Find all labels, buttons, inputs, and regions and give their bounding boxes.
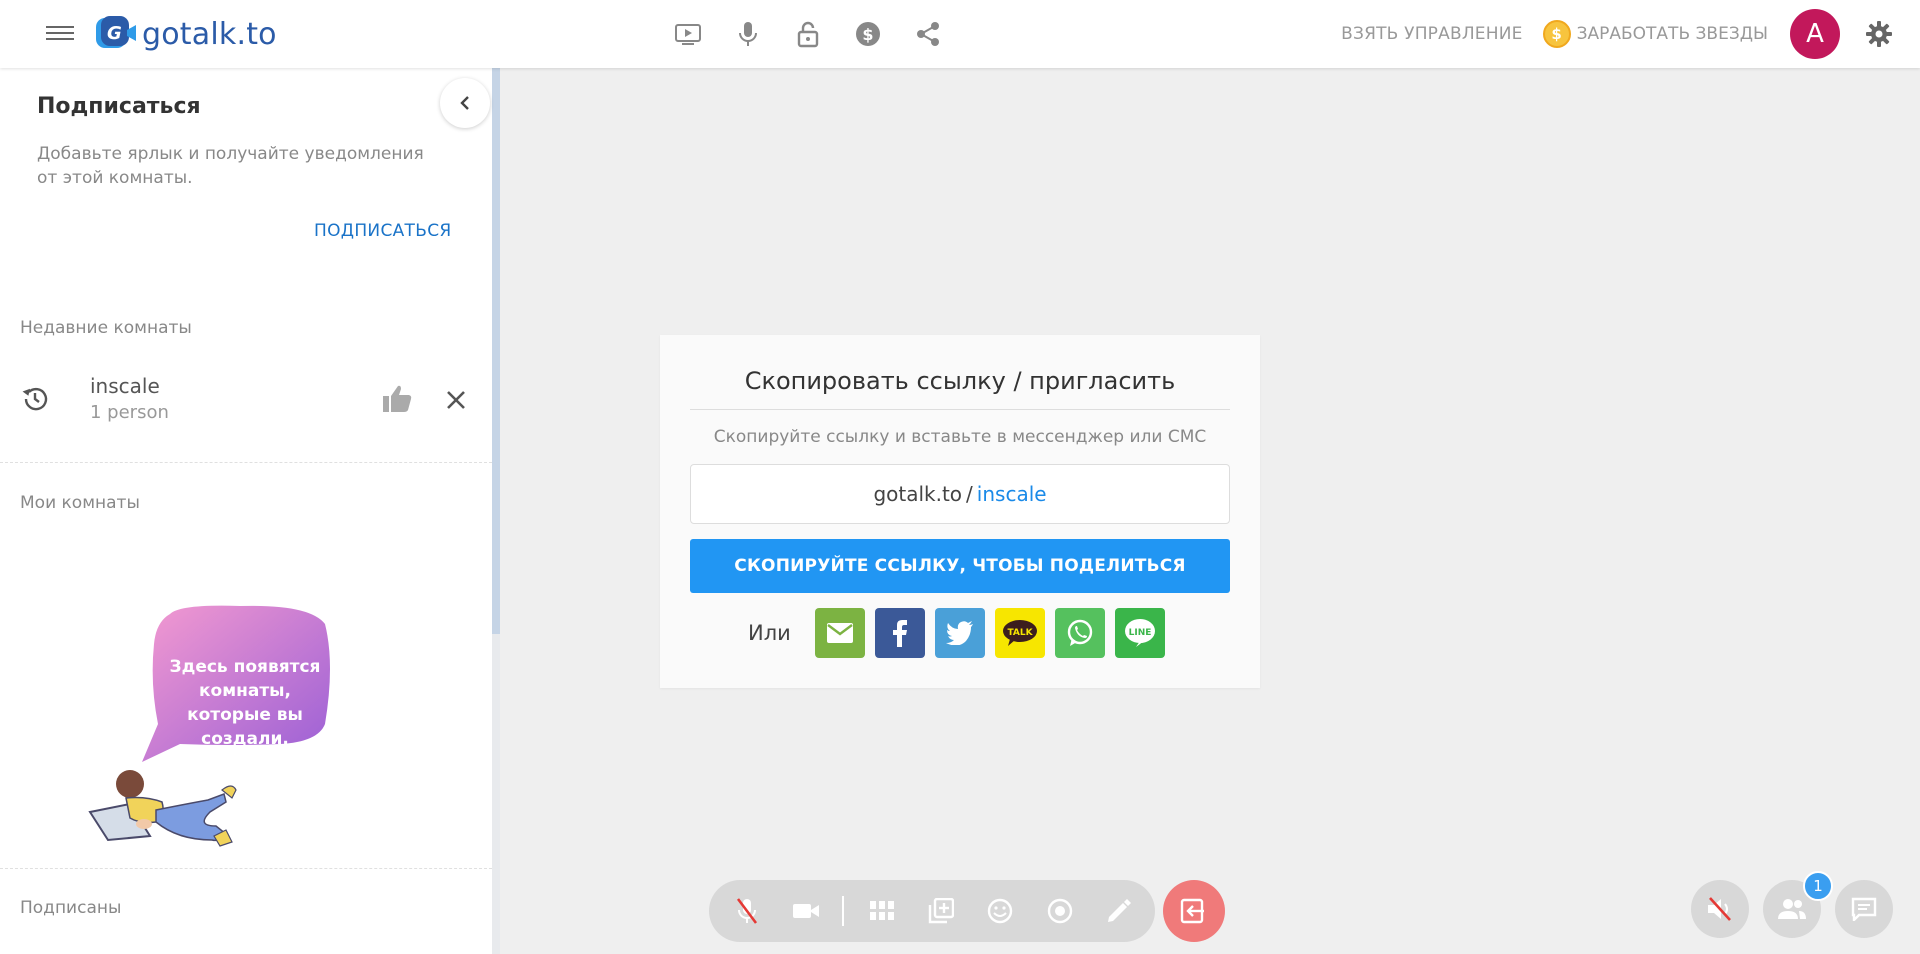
logo[interactable]: G gotalk.to [94, 12, 277, 56]
list-item[interactable]: inscale 1 person [0, 362, 492, 462]
subscribe-title: Подписаться [37, 94, 201, 119]
dollar-icon[interactable]: $ [850, 16, 886, 52]
kakaotalk-share-button[interactable]: TALK [995, 608, 1045, 658]
earn-stars-label: ЗАРАБОТАТЬ ЗВЕЗДЫ [1576, 24, 1768, 44]
participants-count-badge: 1 [1803, 871, 1833, 901]
link-domain: gotalk.to [873, 482, 963, 506]
speaker-muted-button[interactable] [1691, 880, 1749, 938]
invite-title: Скопировать ссылку / пригласить [744, 367, 1176, 395]
recent-rooms-label: Недавние комнаты [20, 318, 192, 338]
line-share-button[interactable]: LINE [1115, 608, 1165, 658]
link-room-name: inscale [976, 482, 1047, 506]
mic-icon[interactable] [730, 16, 766, 52]
girl-illustration [88, 770, 237, 847]
record-icon[interactable] [1036, 887, 1083, 935]
call-controls [709, 880, 1155, 942]
room-link-field[interactable]: gotalk.to / inscale [690, 464, 1230, 524]
logo-icon: G [96, 16, 136, 48]
chevron-left-icon [460, 96, 469, 110]
camera-icon[interactable] [782, 887, 829, 935]
subscribe-description: Добавьте ярлык и получайте уведомления о… [37, 144, 424, 188]
share-icon[interactable] [910, 16, 946, 52]
empty-rooms-message: Здесь появятся комнаты, которые вы созда… [169, 657, 321, 749]
top-toolbar: $ [670, 16, 946, 52]
top-bar: G gotalk.to $ ВЗЯТЬ УПРАВЛЕНИЕ $ ЗАРАБОТ… [0, 0, 1920, 68]
scrollbar-thumb[interactable] [492, 68, 500, 634]
email-icon [827, 623, 853, 643]
chat-button[interactable] [1835, 880, 1893, 938]
collapse-sidebar-button[interactable] [440, 78, 490, 128]
logo-text: gotalk.to [142, 16, 277, 52]
take-control-button[interactable]: ВЗЯТЬ УПРАВЛЕНИЕ [1341, 24, 1522, 44]
menu-icon[interactable] [46, 22, 74, 44]
kakao-label: TALK [1007, 628, 1033, 638]
grid-view-icon[interactable] [858, 887, 905, 935]
unlock-icon[interactable] [790, 16, 826, 52]
invite-card: Скопировать ссылку / пригласить Скопируй… [660, 335, 1260, 688]
whatsapp-icon [1067, 619, 1093, 646]
youtube-icon[interactable] [670, 16, 706, 52]
earn-stars-button[interactable]: $ ЗАРАБОТАТЬ ЗВЕЗДЫ [1542, 20, 1768, 48]
mic-muted-icon[interactable] [723, 887, 770, 935]
coin-icon: $ [1542, 20, 1571, 48]
email-share-button[interactable] [815, 608, 865, 658]
sidebar-scrollbar[interactable] [492, 68, 500, 954]
whatsapp-share-button[interactable] [1055, 608, 1105, 658]
divider [0, 868, 492, 869]
leave-room-button[interactable] [1163, 880, 1225, 942]
people-icon [1778, 899, 1806, 919]
share-buttons: TALK LINE [815, 608, 1165, 658]
history-icon [22, 387, 48, 411]
line-icon: LINE [1125, 619, 1155, 647]
invite-subtitle: Скопируйте ссылку и вставьте в мессендже… [713, 427, 1207, 447]
gear-icon[interactable] [1862, 17, 1896, 51]
or-label: Или [748, 621, 791, 645]
exit-icon [1180, 898, 1204, 924]
avatar[interactable]: A [1790, 9, 1840, 59]
subscribe-button[interactable]: ПОДПИСАТЬСЯ [314, 221, 451, 241]
close-icon[interactable] [442, 386, 470, 414]
my-rooms-label: Мои комнаты [20, 493, 140, 513]
copy-link-button[interactable]: СКОПИРУЙТЕ ССЫЛКУ, ЧТОБЫ ПОДЕЛИТЬСЯ [690, 539, 1230, 593]
chat-icon [1851, 897, 1877, 921]
pencil-icon[interactable] [1096, 887, 1143, 935]
speaker-muted-icon [1708, 897, 1731, 921]
divider [0, 462, 492, 463]
svg-text:G: G [107, 23, 122, 44]
room-name: inscale [90, 374, 160, 398]
kakaotalk-icon: TALK [1003, 620, 1037, 646]
facebook-icon [893, 620, 907, 647]
thumbs-up-icon[interactable] [380, 382, 414, 416]
emoji-icon[interactable] [977, 887, 1024, 935]
room-count: 1 person [90, 402, 169, 423]
link-separator: / [966, 482, 973, 506]
twitter-share-button[interactable] [935, 608, 985, 658]
sidebar: Подписаться Добавьте ярлык и получайте у… [0, 68, 492, 954]
facebook-share-button[interactable] [875, 608, 925, 658]
svg-text:$: $ [862, 25, 873, 44]
line-label: LINE [1129, 628, 1152, 638]
divider [690, 409, 1230, 410]
subscribed-label: Подписаны [20, 898, 122, 918]
top-right-actions: ВЗЯТЬ УПРАВЛЕНИЕ $ ЗАРАБОТАТЬ ЗВЕЗДЫ A [1341, 0, 1920, 68]
twitter-icon [946, 621, 973, 645]
divider [841, 896, 844, 926]
add-media-icon[interactable] [917, 887, 964, 935]
